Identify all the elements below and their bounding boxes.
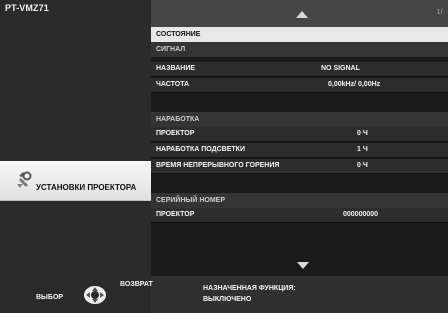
settings-icon	[17, 171, 32, 188]
frequency-row: ЧАСТОТА 0,00kHz/ 0,00Hz	[151, 78, 448, 93]
scroll-down-arrow-icon[interactable]	[297, 262, 309, 269]
light-source-runtime-value: 1 Ч	[357, 146, 368, 153]
scroll-up-arrow-icon[interactable]	[296, 11, 308, 18]
light-source-runtime-label: НАРАБОТКА ПОДСВЕТКИ	[156, 146, 245, 153]
continuous-burn-time-label: ВРЕМЯ НЕПРЕРЫВНОГО ГОРЕНИЯ	[156, 162, 280, 169]
runtime-projector-row: ПРОЕКТОР 0 Ч	[151, 127, 448, 142]
serial-projector-label: ПРОЕКТОР	[156, 211, 195, 218]
select-label: ВЫБОР	[36, 294, 64, 301]
status-panel: 1/ СОСТОЯНИЕ СИГНАЛ НАЗВАНИЕ NO SIGNAL Ч…	[151, 0, 448, 276]
frequency-label: ЧАСТОТА	[156, 81, 190, 88]
signal-name-label: НАЗВАНИЕ	[156, 65, 196, 72]
section-signal-label: СИГНАЛ	[151, 42, 448, 57]
frequency-value: 0,00kHz/ 0,00Hz	[328, 81, 381, 88]
serial-projector-row: ПРОЕКТОР 000000000	[151, 208, 448, 223]
light-source-runtime-row: НАРАБОТКА ПОДСВЕТКИ 1 Ч	[151, 143, 448, 158]
continuous-burn-time-value: 0 Ч	[357, 162, 368, 169]
model-title: PT-VMZ71	[5, 3, 49, 13]
section-runtime-label: НАРАБОТКА	[151, 112, 448, 127]
section-serial-label: СЕРИЙНЫЙ НОМЕР	[151, 193, 448, 208]
runtime-projector-label: ПРОЕКТОР	[156, 130, 195, 137]
page-indicator: 1/	[436, 9, 443, 16]
back-label: ВОЗВРАТ	[120, 281, 153, 288]
top-bar: 1/	[151, 0, 448, 27]
bottom-controls: ВЫБОР ВОЗВРАТ	[0, 276, 153, 313]
sidebar-item-projector-settings[interactable]: УСТАНОВКИ ПРОЕКТОРА	[0, 161, 151, 201]
serial-projector-value: 000000000	[343, 211, 379, 218]
bottom-help-bar: ВЫБОР ВОЗВРАТ НАЗНАЧЕННАЯ ФУНКЦИЯ: ВЫКЛЮ…	[0, 276, 448, 313]
assigned-function-label: НАЗНАЧЕННАЯ ФУНКЦИЯ:	[203, 285, 296, 292]
signal-name-row: НАЗВАНИЕ NO SIGNAL	[151, 62, 448, 77]
assigned-function-value: ВЫКЛЮЧЕНО	[203, 296, 252, 303]
continuous-burn-time-row: ВРЕМЯ НЕПРЕРЫВНОГО ГОРЕНИЯ 0 Ч	[151, 159, 448, 174]
sidebar-item-label: УСТАНОВКИ ПРОЕКТОРА	[36, 183, 137, 192]
sidebar: PT-VMZ71 УСТАНОВКИ ПРОЕКТОРА	[0, 0, 151, 276]
runtime-projector-value: 0 Ч	[357, 130, 368, 137]
signal-name-value: NO SIGNAL	[321, 65, 360, 72]
section-status-title: СОСТОЯНИЕ	[151, 27, 448, 42]
projector-menu-screen: PT-VMZ71 УСТАНОВКИ ПРОЕКТОРА 1/ СОСТОЯНИ…	[0, 0, 448, 313]
dpad-icon	[84, 286, 106, 304]
